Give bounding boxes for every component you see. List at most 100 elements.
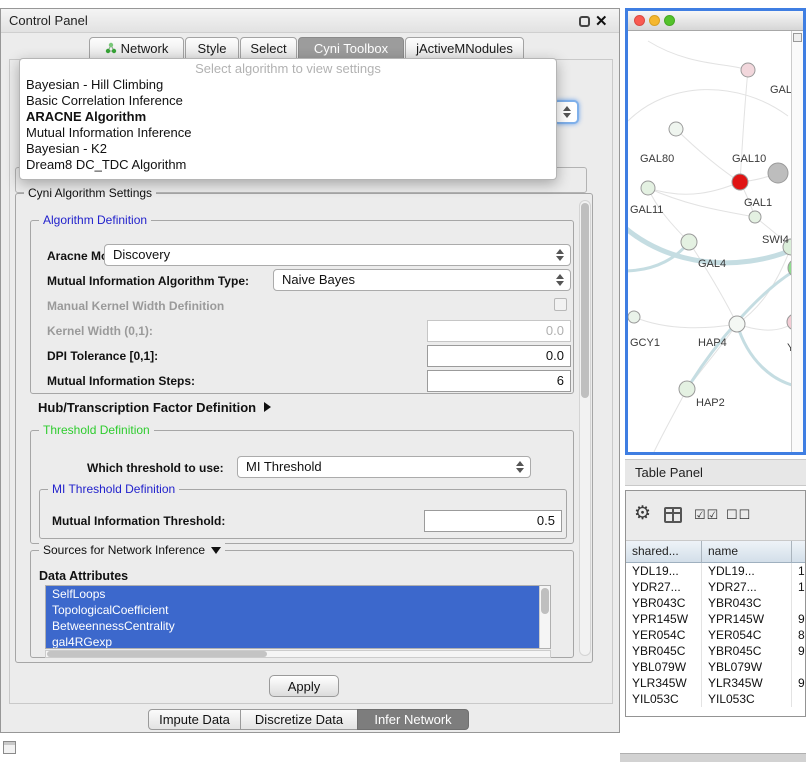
- cell-extra[interactable]: 9.: [792, 643, 805, 659]
- list-item-topologicalcoefficient[interactable]: TopologicalCoefficient: [46, 602, 550, 618]
- attributes-vscrollbar-thumb[interactable]: [541, 588, 549, 614]
- table-panel-titlebar[interactable]: Table Panel: [625, 459, 806, 486]
- tab-select[interactable]: Select: [240, 37, 297, 59]
- list-item-betweennesscentrality[interactable]: BetweennessCentrality: [46, 618, 550, 634]
- attributes-hscrollbar[interactable]: [45, 650, 551, 658]
- gear-icon[interactable]: ⚙: [634, 504, 651, 523]
- tab-style[interactable]: Style: [185, 37, 239, 59]
- network-node[interactable]: [768, 163, 788, 183]
- attributes-hscrollbar-thumb[interactable]: [47, 651, 267, 657]
- cell-name[interactable]: YPR145W: [702, 611, 792, 627]
- column-header-extra[interactable]: [792, 541, 805, 562]
- cell-shared[interactable]: YBL079W: [626, 659, 702, 675]
- cell-shared[interactable]: YDR27...: [626, 579, 702, 595]
- cell-shared[interactable]: YBR043C: [626, 595, 702, 611]
- network-node-gal10[interactable]: [732, 174, 748, 190]
- network-node-gal1[interactable]: [749, 211, 761, 223]
- hub-definition-toggle[interactable]: Hub/Transcription Factor Definition: [38, 400, 271, 415]
- cell-extra[interactable]: 9.: [792, 675, 805, 691]
- cell-extra[interactable]: [792, 691, 805, 707]
- settings-scrollbar-thumb[interactable]: [581, 203, 589, 398]
- network-node[interactable]: [741, 63, 755, 77]
- list-item-selfloops[interactable]: SelfLoops: [46, 586, 550, 602]
- network-node[interactable]: [669, 122, 683, 136]
- which-threshold-combo[interactable]: MI Threshold: [237, 456, 531, 478]
- network-node-hap2[interactable]: [679, 381, 695, 397]
- cell-name[interactable]: YBL079W: [702, 659, 792, 675]
- cell-shared[interactable]: YBR045C: [626, 643, 702, 659]
- network-vscrollbar[interactable]: [791, 31, 803, 452]
- table-row[interactable]: YLR345W YLR345W 9.: [626, 675, 805, 691]
- network-node[interactable]: [641, 181, 655, 195]
- cell-shared[interactable]: YER054C: [626, 627, 702, 643]
- cell-name[interactable]: YBR045C: [702, 643, 792, 659]
- tab-network[interactable]: Network: [89, 37, 184, 59]
- popup-item-aracne[interactable]: ARACNE Algorithm: [20, 109, 556, 125]
- popup-item-mutual-information[interactable]: Mutual Information Inference: [20, 125, 556, 141]
- cell-extra[interactable]: [792, 659, 805, 675]
- manual-kernel-width-checkbox: [554, 298, 567, 311]
- cell-name[interactable]: YBR043C: [702, 595, 792, 611]
- network-canvas[interactable]: GAL GAL80 GAL10 GAL11 GAL1 SWI4 GAL4 GCY…: [628, 31, 794, 452]
- close-window-icon[interactable]: ✕: [595, 12, 608, 30]
- column-selector-icon[interactable]: [664, 507, 682, 523]
- table-row[interactable]: YPR145W YPR145W 9.: [626, 611, 805, 627]
- table-row[interactable]: YIL053C YIL053C: [626, 691, 805, 707]
- mi-threshold-field[interactable]: 0.5: [424, 510, 562, 532]
- table-row[interactable]: YBL079W YBL079W: [626, 659, 805, 675]
- table-row[interactable]: YDR27... YDR27... 12: [626, 579, 805, 595]
- sources-title[interactable]: Sources for Network Inference: [39, 543, 225, 557]
- dpi-tolerance-field[interactable]: 0.0: [427, 345, 571, 367]
- cell-extra[interactable]: 12: [792, 579, 805, 595]
- tab-infer-network[interactable]: Infer Network: [357, 709, 469, 730]
- tab-discretize-data[interactable]: Discretize Data: [240, 709, 358, 730]
- popup-item-bayesian-hill[interactable]: Bayesian - Hill Climbing: [20, 77, 556, 93]
- cell-shared[interactable]: YPR145W: [626, 611, 702, 627]
- deselect-all-checks-icon[interactable]: ☐☐: [726, 507, 751, 523]
- column-header-name[interactable]: name: [702, 541, 792, 562]
- control-panel-titlebar[interactable]: Control Panel ✕: [1, 9, 619, 33]
- table-header-row: shared... name: [626, 541, 805, 563]
- zoom-traffic-light[interactable]: [664, 15, 675, 26]
- network-scroll-button[interactable]: [793, 33, 802, 42]
- table-row[interactable]: YDL19... YDL19... 13: [626, 563, 805, 579]
- cell-name[interactable]: YER054C: [702, 627, 792, 643]
- popup-item-basic-correlation[interactable]: Basic Correlation Inference: [20, 93, 556, 109]
- tab-jactivemnodules[interactable]: jActiveMNodules: [405, 37, 524, 59]
- cell-name[interactable]: YLR345W: [702, 675, 792, 691]
- settings-scrollbar[interactable]: [579, 200, 591, 656]
- popup-item-bayesian-k2[interactable]: Bayesian - K2: [20, 141, 556, 157]
- tab-impute-data[interactable]: Impute Data: [148, 709, 241, 730]
- network-node[interactable]: [628, 311, 640, 323]
- table-row[interactable]: YER054C YER054C 8.: [626, 627, 805, 643]
- cell-name[interactable]: YIL053C: [702, 691, 792, 707]
- cell-shared[interactable]: YLR345W: [626, 675, 702, 691]
- cell-shared[interactable]: YIL053C: [626, 691, 702, 707]
- cell-extra[interactable]: 9.: [792, 611, 805, 627]
- column-header-shared[interactable]: shared...: [626, 541, 702, 562]
- apply-button[interactable]: Apply: [269, 675, 339, 697]
- restore-window-icon[interactable]: [579, 16, 590, 27]
- network-node-hap4[interactable]: [729, 316, 745, 332]
- network-node-gal4[interactable]: [681, 234, 697, 250]
- list-item-gal4rgexp[interactable]: gal4RGexp: [46, 634, 550, 649]
- minimized-panel-icon[interactable]: [3, 741, 16, 754]
- mi-steps-field[interactable]: 6: [427, 370, 571, 392]
- attributes-vscrollbar[interactable]: [539, 586, 550, 648]
- mi-algorithm-type-combo[interactable]: Naive Bayes: [273, 269, 571, 291]
- aracne-mode-combo[interactable]: Discovery: [104, 244, 571, 266]
- cell-shared[interactable]: YDL19...: [626, 563, 702, 579]
- cell-name[interactable]: YDR27...: [702, 579, 792, 595]
- network-window-titlebar[interactable]: [628, 11, 803, 31]
- cell-name[interactable]: YDL19...: [702, 563, 792, 579]
- table-row[interactable]: YBR043C YBR043C: [626, 595, 805, 611]
- popup-item-dream8[interactable]: Dream8 DC_TDC Algorithm: [20, 157, 556, 173]
- tab-cyni-toolbox[interactable]: Cyni Toolbox: [298, 37, 404, 59]
- cell-extra[interactable]: 13: [792, 563, 805, 579]
- close-traffic-light[interactable]: [634, 15, 645, 26]
- table-row[interactable]: YBR045C YBR045C 9.: [626, 643, 805, 659]
- select-all-checks-icon[interactable]: ☑☑: [694, 507, 719, 523]
- minimize-traffic-light[interactable]: [649, 15, 660, 26]
- cell-extra[interactable]: 8.: [792, 627, 805, 643]
- cell-extra[interactable]: [792, 595, 805, 611]
